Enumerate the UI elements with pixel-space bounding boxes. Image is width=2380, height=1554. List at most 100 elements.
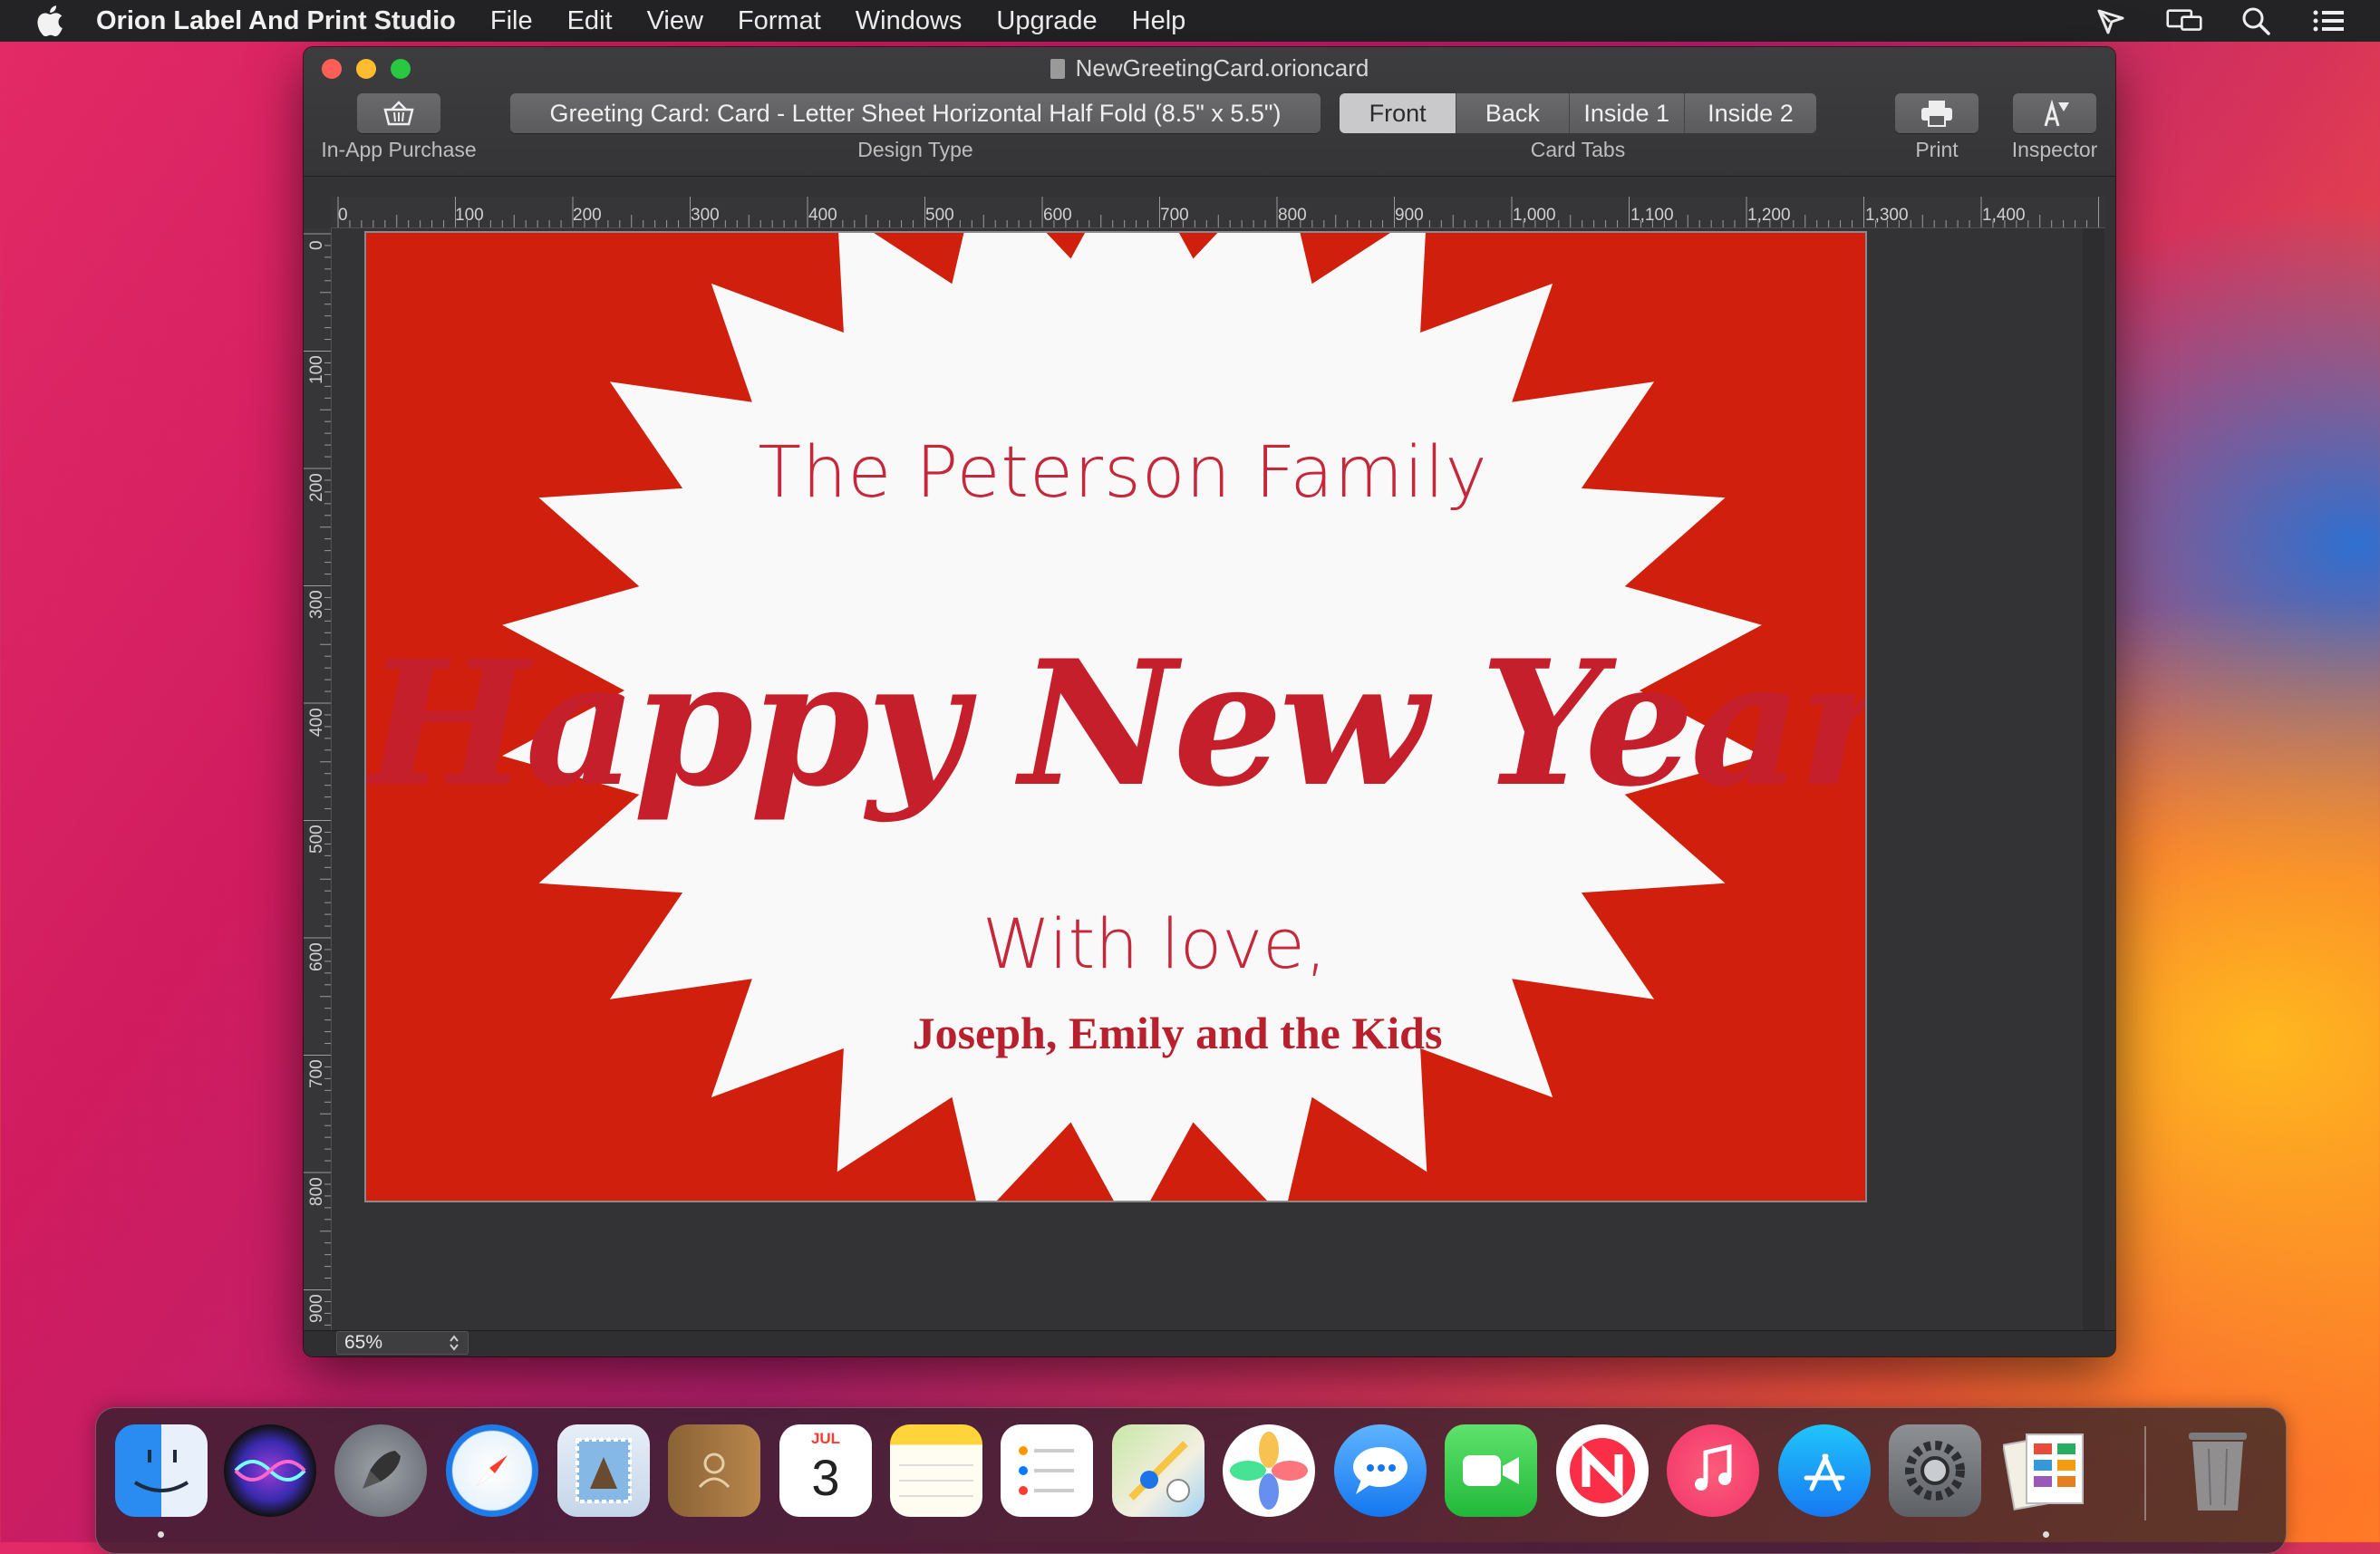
launchpad-icon[interactable] [334, 1424, 427, 1517]
dock: JUL 3 [95, 1407, 2287, 1554]
in-app-purchase-caption: In-App Purchase [321, 138, 477, 161]
photos-flower-icon [1230, 1432, 1308, 1510]
compass-icon [477, 1455, 508, 1486]
in-app-purchase-button[interactable] [357, 93, 440, 133]
design-type-popup[interactable]: Greeting Card: Card - Letter Sheet Horiz… [510, 93, 1321, 133]
card-tabs-caption: Card Tabs [1530, 138, 1626, 161]
pen-tablet-icon[interactable] [2094, 5, 2130, 36]
document-icon [1050, 59, 1065, 79]
mail-icon[interactable] [557, 1424, 650, 1517]
design-canvas[interactable]: The Peterson Family Happy New Year! With… [332, 228, 2090, 1356]
with-love-text[interactable]: With love, [366, 903, 1865, 984]
app-window: NewGreetingCard.orioncard In-App Purchas… [304, 47, 2115, 1356]
news-icon[interactable] [1556, 1424, 1649, 1517]
ruler-h-label: 700 [1160, 206, 1189, 225]
calendar-day: 3 [811, 1449, 840, 1506]
tab-inside-2[interactable]: Inside 2 [1685, 93, 1816, 133]
signature-text[interactable]: Joseph, Emily and the Kids [366, 1007, 1865, 1059]
status-bar [304, 1330, 2115, 1356]
basket-icon [383, 101, 414, 126]
label-cards-icon [2003, 1433, 2084, 1511]
app-store-icon[interactable] [1778, 1424, 1871, 1517]
zoom-stepper[interactable]: 65% [336, 1331, 469, 1355]
ruler-v-label: 700 [307, 1059, 326, 1088]
menu-app-name[interactable]: Orion Label And Print Studio [96, 6, 456, 36]
ruler-v-label: 100 [307, 355, 326, 384]
ruler-h-label: 1,200 [1747, 206, 1791, 225]
menu-format[interactable]: Format [738, 6, 821, 36]
ruler-h-label: 600 [1043, 206, 1072, 225]
ruler-h-label: 900 [1395, 206, 1424, 225]
ruler-v-label: 300 [307, 590, 326, 619]
ruler-h-label: 1,300 [1865, 206, 1909, 225]
card-tabs-segmented-control: Front Back Inside 1 Inside 2 [1340, 93, 1816, 133]
ruler-v-label: 200 [307, 473, 326, 502]
safari-icon[interactable] [446, 1424, 538, 1517]
zoom-value: 65% [344, 1332, 383, 1353]
siri-icon[interactable] [224, 1424, 316, 1517]
print-caption: Print [1915, 138, 1959, 161]
reminders-list-icon [1019, 1446, 1074, 1495]
happy-new-year-text[interactable]: Happy New Year! [366, 623, 1865, 825]
print-button[interactable] [1895, 93, 1978, 133]
ruler-h-label: 1,400 [1982, 206, 2026, 225]
menu-view[interactable]: View [647, 6, 703, 36]
menu-upgrade[interactable]: Upgrade [996, 6, 1097, 36]
ruler-v-label: 600 [307, 942, 326, 971]
vertical-scrollbar[interactable] [2083, 228, 2104, 1356]
ruler-h-label: 100 [455, 206, 484, 225]
app-store-a-icon [1804, 1453, 1845, 1491]
running-indicator [158, 1531, 164, 1538]
music-icon[interactable] [1667, 1424, 1759, 1517]
family-name-text[interactable]: The Peterson Family [366, 432, 1865, 514]
calendar-icon[interactable]: JUL 3 [779, 1424, 872, 1517]
finder-icon[interactable] [115, 1424, 208, 1517]
inspector-icon [2044, 99, 2069, 127]
speech-bubble-icon [1353, 1447, 1408, 1494]
tab-front[interactable]: Front [1340, 93, 1457, 133]
stamp-eagle-icon [576, 1438, 632, 1503]
ruler-h-label: 300 [691, 206, 720, 225]
music-note-icon [1695, 1443, 1732, 1491]
ruler-v-label: 900 [307, 1294, 326, 1323]
ruler-v-label: 0 [307, 240, 326, 250]
finder-face-icon [133, 1450, 189, 1492]
window-title-text: NewGreetingCard.orioncard [1075, 54, 1369, 82]
notes-icon[interactable] [890, 1424, 982, 1517]
design-type-caption: Design Type [857, 138, 973, 161]
greeting-card-front[interactable]: The Peterson Family Happy New Year! With… [364, 231, 1867, 1202]
tab-back[interactable]: Back [1456, 93, 1570, 133]
orion-label-studio-icon[interactable] [2000, 1424, 2093, 1517]
horizontal-ruler: 0 100 200 300 400 500 600 700 800 900 1,… [331, 197, 2105, 228]
inspector-button[interactable] [2013, 93, 2096, 133]
contacts-icon[interactable] [668, 1424, 760, 1517]
up-down-chevron-icon[interactable] [448, 1334, 460, 1352]
trash-icon[interactable] [2172, 1424, 2264, 1517]
spotlight-search-icon[interactable] [2239, 5, 2275, 36]
ruler-v-label: 400 [307, 708, 326, 737]
notification-center-icon[interactable] [2311, 5, 2347, 36]
ruler-h-label: 200 [573, 206, 602, 225]
vertical-ruler: 0 100 200 300 400 500 600 700 800 900 [304, 228, 332, 1356]
menu-file[interactable]: File [490, 6, 533, 36]
reminders-icon[interactable] [1001, 1424, 1093, 1517]
map-pin-icon [1128, 1441, 1190, 1502]
news-n-icon [1570, 1438, 1635, 1503]
apple-logo-icon[interactable] [36, 5, 63, 36]
display-mirroring-icon[interactable] [2166, 5, 2202, 36]
maps-icon[interactable] [1112, 1424, 1205, 1517]
window-title: NewGreetingCard.orioncard [304, 54, 2115, 82]
messages-icon[interactable] [1334, 1424, 1427, 1517]
facetime-icon[interactable] [1445, 1424, 1537, 1517]
rocket-icon [363, 1451, 401, 1489]
menu-windows[interactable]: Windows [856, 6, 963, 36]
video-camera-icon [1463, 1455, 1519, 1486]
ruler-h-label: 500 [925, 206, 954, 225]
menu-help[interactable]: Help [1132, 6, 1186, 36]
system-preferences-icon[interactable] [1889, 1424, 1981, 1517]
notes-lines-icon [899, 1464, 973, 1497]
photos-icon[interactable] [1223, 1424, 1315, 1517]
menu-edit[interactable]: Edit [567, 6, 613, 36]
tab-inside-1[interactable]: Inside 1 [1570, 93, 1685, 133]
ruler-v-label: 500 [307, 825, 326, 854]
